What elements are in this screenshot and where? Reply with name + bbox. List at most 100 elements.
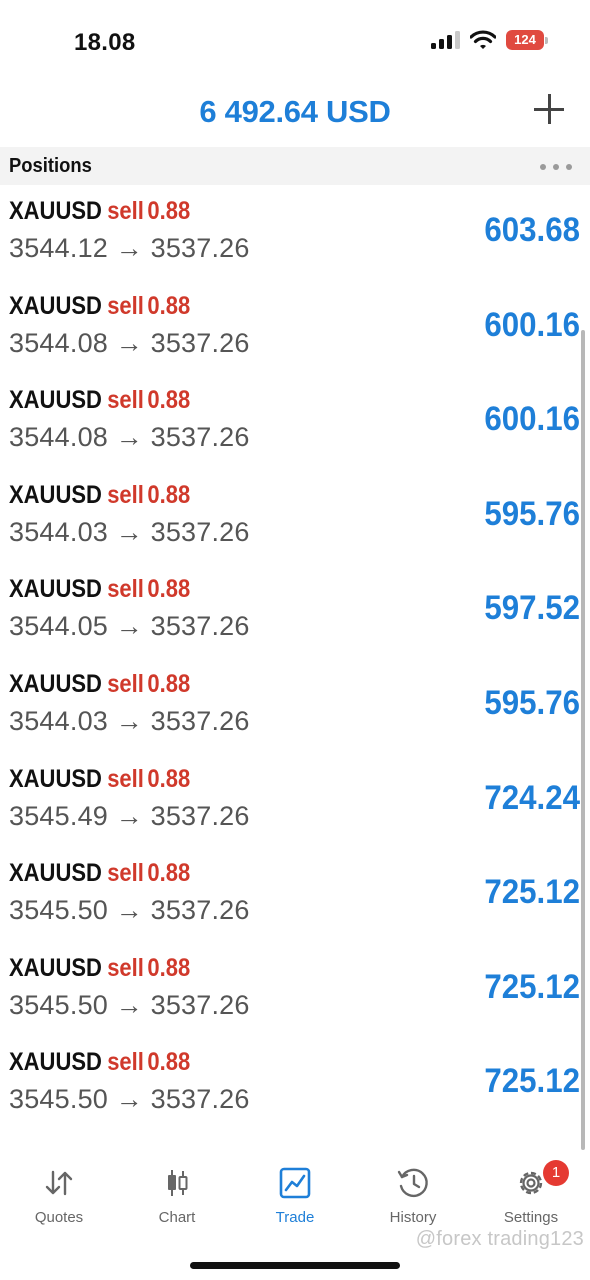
position-volume: 0.88 bbox=[147, 953, 191, 982]
position-prices: 3544.08 → 3537.26 bbox=[9, 422, 250, 453]
position-profit: 725.12 bbox=[484, 1062, 580, 1101]
position-side: sell bbox=[107, 764, 144, 793]
position-profit: 597.52 bbox=[484, 589, 580, 628]
position-title: XAUUSD sell 0.88 bbox=[9, 765, 190, 794]
account-balance: 6 492.64 USD bbox=[199, 94, 391, 129]
position-row[interactable]: XAUUSD sell 0.88 3545.50 → 3537.26 725.12 bbox=[0, 1036, 590, 1131]
watermark: @forex trading123 bbox=[415, 1228, 584, 1250]
position-prices: 3545.50 → 3537.26 bbox=[9, 989, 250, 1020]
position-profit: 725.12 bbox=[484, 873, 580, 912]
position-prices: 3544.05 → 3537.26 bbox=[9, 611, 250, 642]
position-volume: 0.88 bbox=[147, 764, 191, 793]
position-title: XAUUSD sell 0.88 bbox=[9, 481, 190, 510]
position-row[interactable]: XAUUSD sell 0.88 3545.50 → 3537.26 725.12 bbox=[0, 847, 590, 942]
position-symbol: XAUUSD bbox=[9, 859, 102, 888]
position-row[interactable]: XAUUSD sell 0.88 3544.03 → 3537.26 595.76 bbox=[0, 658, 590, 753]
position-title: XAUUSD sell 0.88 bbox=[9, 859, 190, 888]
position-symbol: XAUUSD bbox=[9, 197, 102, 225]
position-title: XAUUSD sell 0.88 bbox=[9, 954, 190, 983]
trade-chart-icon bbox=[279, 1167, 311, 1199]
position-side: sell bbox=[107, 953, 144, 982]
position-profit: 595.76 bbox=[484, 494, 580, 533]
position-side: sell bbox=[107, 480, 144, 509]
more-dots-icon[interactable] bbox=[540, 164, 572, 170]
position-profit: 600.16 bbox=[484, 400, 580, 439]
position-side: sell bbox=[107, 197, 144, 225]
position-title: XAUUSD sell 0.88 bbox=[9, 386, 190, 415]
tab-label: Trade bbox=[275, 1209, 315, 1226]
position-volume: 0.88 bbox=[147, 575, 191, 604]
position-row[interactable]: XAUUSD sell 0.88 3544.12 → 3537.26 603.68 bbox=[0, 185, 590, 280]
notification-badge: 1 bbox=[543, 1160, 569, 1186]
position-row[interactable]: XAUUSD sell 0.88 3545.49 → 3537.26 724.24 bbox=[0, 753, 590, 848]
position-prices: 3544.08 → 3537.26 bbox=[9, 327, 250, 358]
position-row[interactable]: XAUUSD sell 0.88 3544.03 → 3537.26 595.76 bbox=[0, 469, 590, 564]
position-side: sell bbox=[107, 669, 144, 698]
position-volume: 0.88 bbox=[147, 386, 191, 415]
position-side: sell bbox=[107, 575, 144, 604]
position-symbol: XAUUSD bbox=[9, 1048, 102, 1077]
position-profit: 725.12 bbox=[484, 967, 580, 1006]
tab-quotes[interactable]: Quotes bbox=[0, 1166, 118, 1226]
cellular-signal-icon bbox=[431, 31, 460, 49]
home-indicator bbox=[190, 1262, 400, 1269]
position-profit: 724.24 bbox=[484, 778, 580, 817]
position-prices: 3545.50 → 3537.26 bbox=[9, 1084, 250, 1115]
position-prices: 3544.12 → 3537.26 bbox=[9, 233, 250, 263]
positions-list: XAUUSD sell 0.88 3544.12 → 3537.26 603.68 … bbox=[0, 185, 590, 1131]
tab-label: Quotes bbox=[34, 1209, 84, 1226]
account-header: 6 492.64 USD bbox=[0, 84, 590, 144]
position-profit: 603.68 bbox=[484, 211, 580, 249]
plus-icon[interactable] bbox=[534, 94, 564, 124]
section-title: Positions bbox=[9, 155, 92, 177]
position-symbol: XAUUSD bbox=[9, 480, 102, 509]
position-profit: 595.76 bbox=[484, 683, 580, 722]
position-symbol: XAUUSD bbox=[9, 575, 102, 604]
position-side: sell bbox=[107, 1048, 144, 1077]
scrollbar[interactable] bbox=[581, 330, 585, 1150]
position-prices: 3545.50 → 3537.26 bbox=[9, 895, 250, 926]
quotes-arrows-icon bbox=[45, 1170, 73, 1196]
position-row[interactable]: XAUUSD sell 0.88 3544.08 → 3537.26 600.16 bbox=[0, 374, 590, 469]
position-symbol: XAUUSD bbox=[9, 953, 102, 982]
position-volume: 0.88 bbox=[147, 669, 191, 698]
position-symbol: XAUUSD bbox=[9, 386, 102, 415]
tab-label: Settings bbox=[503, 1209, 559, 1226]
tab-chart[interactable]: Chart bbox=[118, 1166, 236, 1226]
tab-settings[interactable]: 1 Settings bbox=[472, 1160, 590, 1226]
position-side: sell bbox=[107, 386, 144, 415]
position-prices: 3545.49 → 3537.26 bbox=[9, 800, 250, 831]
tab-label: Chart bbox=[158, 1209, 196, 1226]
position-symbol: XAUUSD bbox=[9, 764, 102, 793]
status-bar: 18.08 124 bbox=[0, 0, 590, 80]
position-row[interactable]: XAUUSD sell 0.88 3544.08 → 3537.26 600.16 bbox=[0, 280, 590, 375]
position-side: sell bbox=[107, 291, 144, 320]
position-title: XAUUSD sell 0.88 bbox=[9, 197, 190, 226]
position-prices: 3544.03 → 3537.26 bbox=[9, 516, 250, 547]
position-volume: 0.88 bbox=[147, 291, 191, 320]
position-symbol: XAUUSD bbox=[9, 669, 102, 698]
position-title: XAUUSD sell 0.88 bbox=[9, 292, 190, 321]
candlestick-chart-icon bbox=[168, 1170, 188, 1196]
tab-history[interactable]: History bbox=[354, 1166, 472, 1226]
history-clock-icon bbox=[397, 1168, 428, 1198]
tab-label: History bbox=[389, 1209, 437, 1226]
position-profit: 600.16 bbox=[484, 305, 580, 344]
battery-level: 124 bbox=[514, 32, 536, 47]
position-volume: 0.88 bbox=[147, 859, 191, 888]
position-volume: 0.88 bbox=[147, 197, 191, 225]
wifi-icon bbox=[470, 30, 496, 49]
position-prices: 3544.03 → 3537.26 bbox=[9, 705, 250, 736]
position-row[interactable]: XAUUSD sell 0.88 3544.05 → 3537.26 597.52 bbox=[0, 563, 590, 658]
positions-section-header: Positions bbox=[0, 147, 590, 185]
position-title: XAUUSD sell 0.88 bbox=[9, 1048, 190, 1077]
position-row[interactable]: XAUUSD sell 0.88 3545.50 → 3537.26 725.12 bbox=[0, 942, 590, 1037]
position-symbol: XAUUSD bbox=[9, 291, 102, 320]
status-icons: 124 bbox=[431, 30, 548, 50]
position-volume: 0.88 bbox=[147, 480, 191, 509]
battery-charging-icon: 124 bbox=[506, 30, 548, 50]
position-volume: 0.88 bbox=[147, 1048, 191, 1077]
position-title: XAUUSD sell 0.88 bbox=[9, 575, 190, 604]
position-side: sell bbox=[107, 859, 144, 888]
tab-trade[interactable]: Trade bbox=[236, 1166, 354, 1226]
